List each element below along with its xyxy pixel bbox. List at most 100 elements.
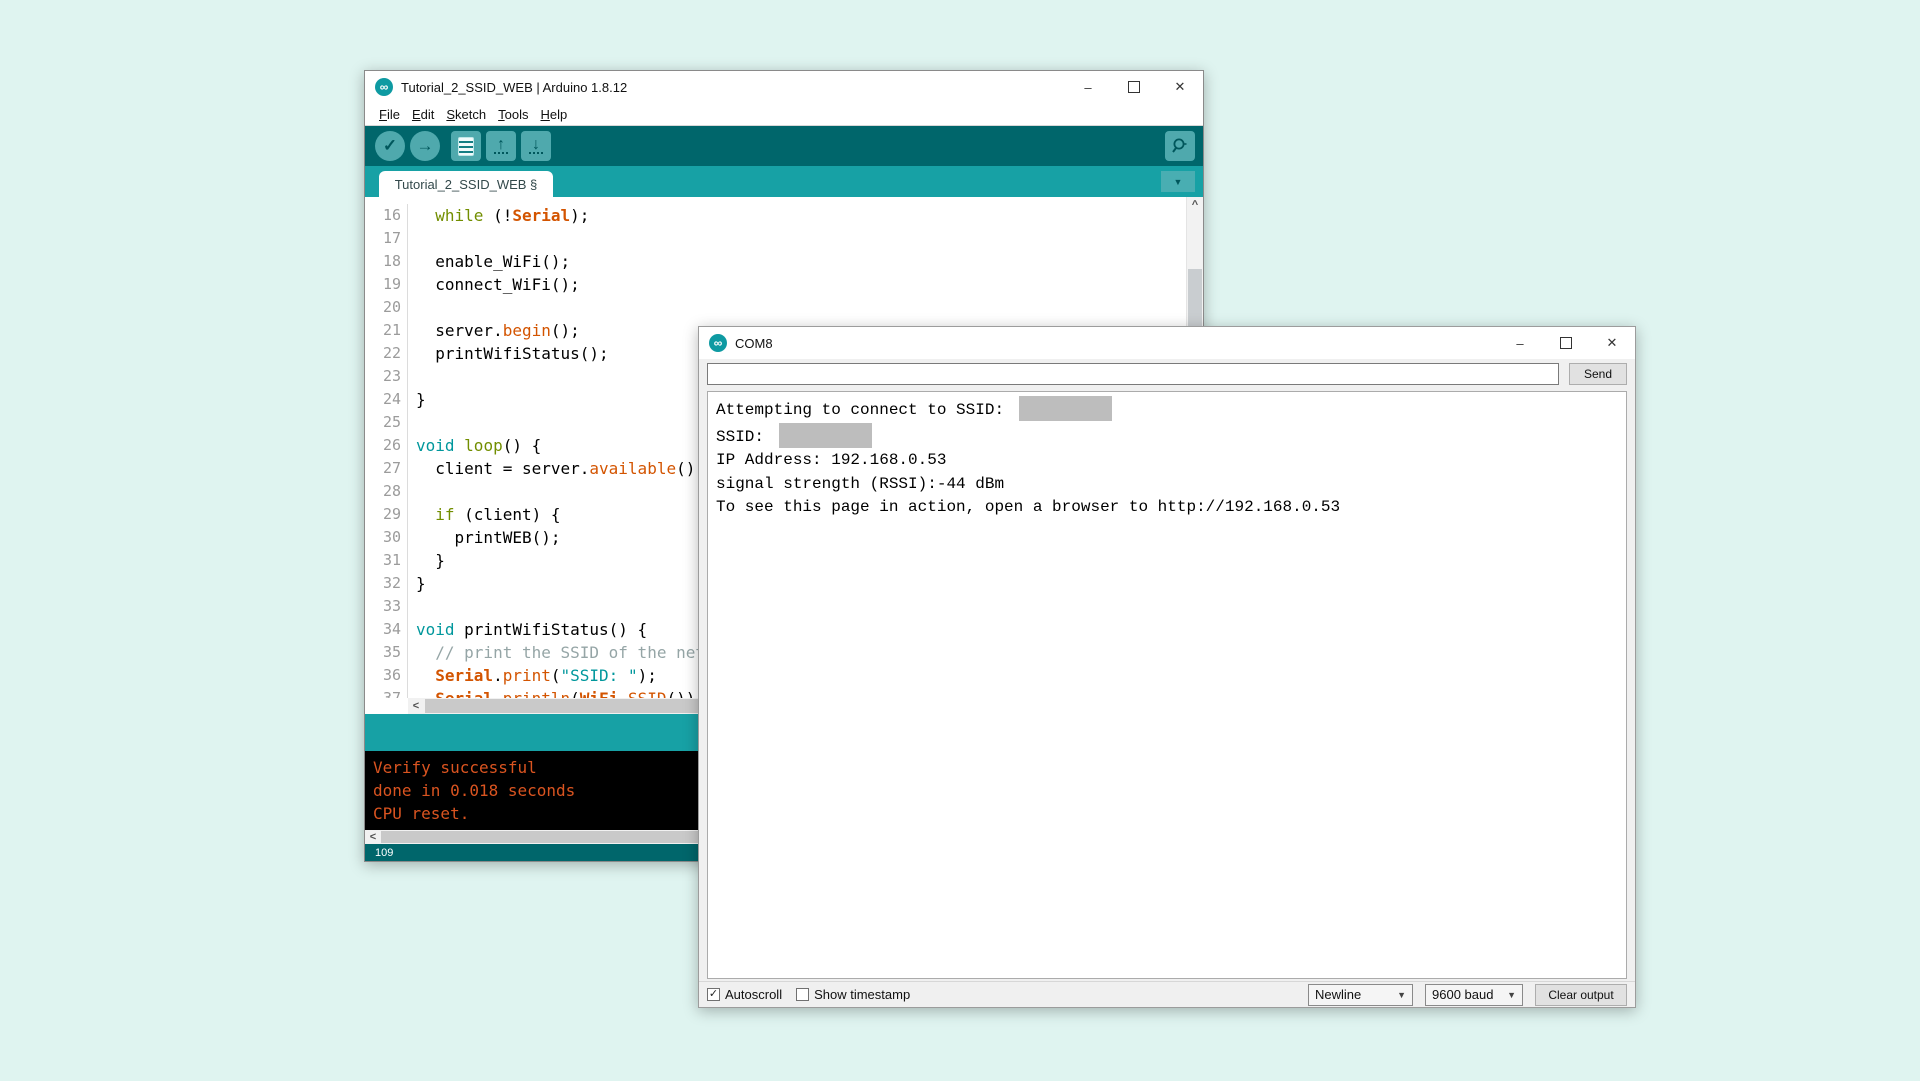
serial-output-line: To see this page in action, open a brows… [716,496,1618,520]
arduino-titlebar[interactable]: ∞ Tutorial_2_SSID_WEB | Arduino 1.8.12 –… [365,71,1203,103]
close-button[interactable]: ✕ [1157,71,1203,103]
arduino-logo-icon: ∞ [375,78,393,96]
tabstrip: Tutorial_2_SSID_WEB § ▼ [365,166,1203,197]
line-number: 25 [365,411,408,434]
verify-button[interactable]: ✓ [375,131,405,161]
toolbar: ✓ → ↑ ↓ [365,126,1203,166]
code-text [408,296,416,319]
line-number: 37 [365,687,408,698]
line-number: 23 [365,365,408,388]
save-icon: ↓ [529,139,543,154]
arduino-window-title: Tutorial_2_SSID_WEB | Arduino 1.8.12 [401,80,627,95]
line-number: 18 [365,250,408,273]
code-line: 19 connect_WiFi(); [365,273,1186,296]
line-number: 29 [365,503,408,526]
code-text: void printWifiStatus() { [408,618,647,641]
close-button[interactable]: ✕ [1589,327,1635,359]
line-number: 36 [365,664,408,687]
serial-input[interactable] [707,363,1559,385]
maximize-button[interactable] [1543,327,1589,359]
serial-output-line: SSID: [716,423,1618,450]
open-icon: ↑ [494,139,508,154]
baud-rate-select[interactable]: 9600 baud ▼ [1425,984,1523,1006]
line-ending-select[interactable]: Newline ▼ [1308,984,1413,1006]
line-number: 27 [365,457,408,480]
serial-bottom-right-controls: Newline ▼ 9600 baud ▼ Clear output [1308,984,1627,1006]
verify-icon: ✓ [383,136,397,156]
clear-output-button[interactable]: Clear output [1535,984,1627,1006]
open-button[interactable]: ↑ [486,131,516,161]
code-line: 18 enable_WiFi(); [365,250,1186,273]
minimize-button[interactable]: – [1065,71,1111,103]
checkbox-unchecked-icon [796,988,809,1001]
maximize-button[interactable] [1111,71,1157,103]
arduino-logo-icon: ∞ [709,334,727,352]
line-number: 30 [365,526,408,549]
save-button[interactable]: ↓ [521,131,551,161]
line-number: 16 [365,204,408,227]
serial-window-title: COM8 [735,336,773,351]
show-timestamp-label: Show timestamp [814,987,910,1002]
serial-output-line: Attempting to connect to SSID: [716,396,1618,423]
code-line: 20 [365,296,1186,319]
code-text: connect_WiFi(); [408,273,580,296]
redacted-ssid-box [1019,396,1112,421]
code-text: if (client) { [408,503,561,526]
line-number: 28 [365,480,408,503]
menubar: FileEditSketchToolsHelp [365,103,1203,126]
tab-tutorial-2-ssid-web[interactable]: Tutorial_2_SSID_WEB § [379,171,553,197]
code-text [408,227,416,250]
serial-bottom-bar: ✓ Autoscroll Show timestamp Newline ▼ 96… [699,981,1635,1007]
minimize-button[interactable]: – [1497,327,1543,359]
show-timestamp-checkbox[interactable]: Show timestamp [796,987,910,1002]
serial-monitor-icon [1170,136,1190,156]
menu-sketch[interactable]: Sketch [440,107,492,122]
code-text: while (!Serial); [408,204,589,227]
serial-monitor-window: ∞ COM8 – ✕ Send Attempting to connect to… [698,326,1636,1008]
menu-edit[interactable]: Edit [406,107,440,122]
line-number: 24 [365,388,408,411]
maximize-icon [1128,81,1140,93]
code-text [408,595,416,618]
current-line-indicator: 109 [365,847,393,859]
send-button[interactable]: Send [1569,363,1627,385]
line-number: 33 [365,595,408,618]
scroll-up-icon[interactable]: ^ [1187,197,1203,213]
serial-output-line: IP Address: 192.168.0.53 [716,449,1618,473]
redacted-ssid-box [779,423,872,448]
console-scroll-left-icon[interactable]: < [365,830,381,844]
desktop: ∞ Tutorial_2_SSID_WEB | Arduino 1.8.12 –… [0,0,1920,1081]
arduino-window-controls: – ✕ [1065,71,1203,103]
code-text [408,365,416,388]
tab-list-dropdown-button[interactable]: ▼ [1161,171,1195,192]
line-number: 21 [365,319,408,342]
serial-monitor-button[interactable] [1165,131,1195,161]
menu-help[interactable]: Help [534,107,573,122]
autoscroll-label: Autoscroll [725,987,782,1002]
code-text: Serial.println(WiFi.SSID()); [408,687,705,698]
upload-button[interactable]: → [410,131,440,161]
code-text: } [408,388,426,411]
menu-file[interactable]: File [373,107,406,122]
line-number: 20 [365,296,408,319]
new-sketch-button[interactable] [451,131,481,161]
scroll-left-icon[interactable]: < [408,698,424,714]
checkbox-checked-icon: ✓ [707,988,720,1001]
upload-icon: → [417,136,434,156]
line-number: 17 [365,227,408,250]
line-number: 34 [365,618,408,641]
serial-titlebar[interactable]: ∞ COM8 – ✕ [699,327,1635,359]
chevron-down-icon: ▼ [1507,990,1516,1000]
menu-tools[interactable]: Tools [492,107,534,122]
autoscroll-checkbox[interactable]: ✓ Autoscroll [707,987,782,1002]
code-text: } [408,549,445,572]
new-sketch-icon [458,137,474,156]
code-text [408,480,416,503]
code-text: Serial.print("SSID: "); [408,664,657,687]
serial-output[interactable]: Attempting to connect to SSID: SSID: IP … [707,391,1627,979]
line-number: 31 [365,549,408,572]
code-text: void loop() { [408,434,541,457]
serial-window-controls: – ✕ [1497,327,1635,359]
maximize-icon [1560,337,1572,349]
code-text: client = server.available(); [408,457,705,480]
